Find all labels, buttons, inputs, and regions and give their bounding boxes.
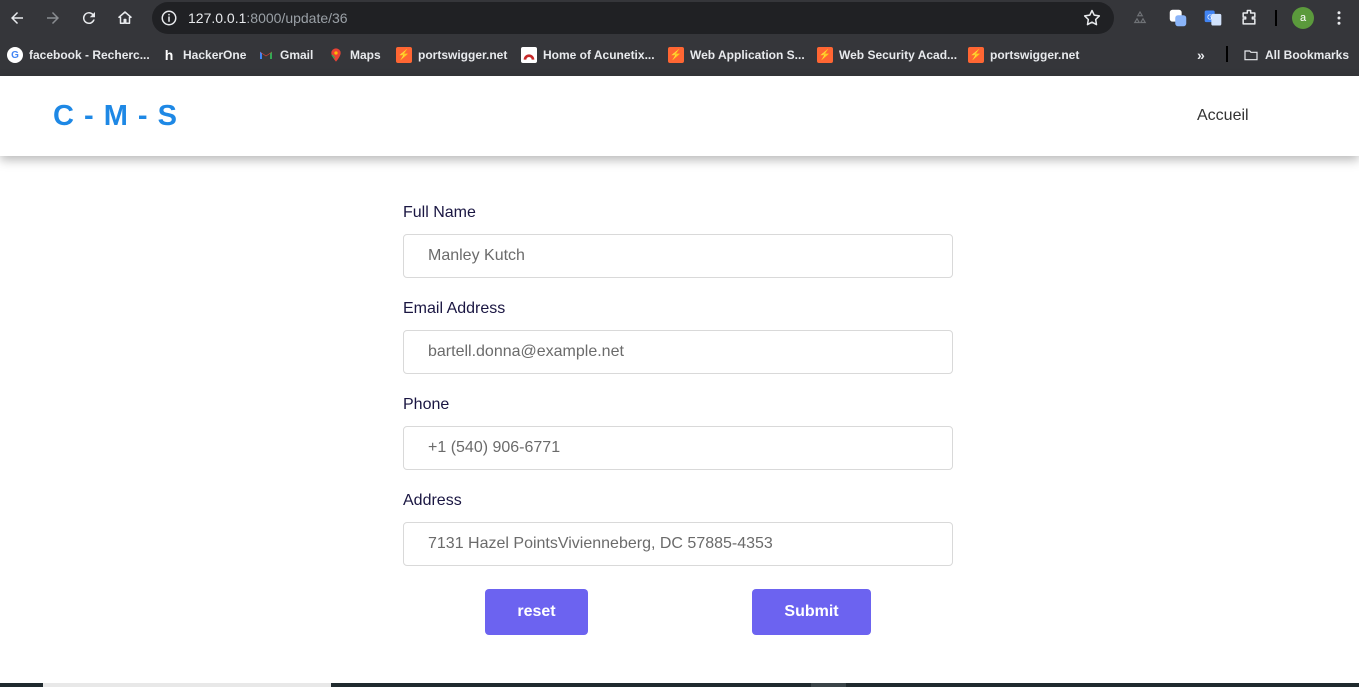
bookmark-label: Gmail <box>280 48 314 62</box>
address-bar[interactable]: 127.0.0.1:8000/update/36 <box>152 2 1114 34</box>
submit-button[interactable]: Submit <box>752 589 871 635</box>
star-icon[interactable] <box>1082 8 1102 28</box>
info-icon[interactable] <box>160 9 178 27</box>
hackerone-icon: h <box>164 47 174 63</box>
bookmark-label: Maps <box>350 48 381 62</box>
gmail-icon <box>258 47 274 63</box>
bookmark-label: facebook - Recherc... <box>29 48 150 62</box>
arrow-right-icon <box>47 12 59 24</box>
toolbar-separator <box>1275 10 1277 26</box>
portswigger-icon: ⚡ <box>396 47 412 63</box>
url-path: :8000/update/36 <box>246 10 348 26</box>
reload-button[interactable] <box>77 6 101 30</box>
profile-avatar[interactable]: a <box>1292 7 1314 29</box>
url-host: 127.0.0.1 <box>188 10 247 26</box>
portswigger-icon: ⚡ <box>968 47 984 63</box>
extensions-puzzle-icon[interactable] <box>1238 7 1260 29</box>
full-name-input[interactable] <box>403 234 953 278</box>
folder-icon <box>1243 47 1259 63</box>
bookmark-item[interactable]: ⚡ Web Application S... <box>668 46 805 64</box>
portswigger-icon: ⚡ <box>817 47 833 63</box>
all-bookmarks-button[interactable]: All Bookmarks <box>1243 46 1349 64</box>
bookmark-item[interactable]: Gmail <box>258 46 313 64</box>
address-input[interactable] <box>403 522 953 566</box>
reset-button[interactable]: reset <box>485 589 588 635</box>
bookmark-label: HackerOne <box>183 48 247 62</box>
site-header: C - M - S Accueil <box>0 76 1359 156</box>
bookmark-label: portswigger.net <box>990 48 1080 62</box>
nav-link-accueil[interactable]: Accueil <box>1197 107 1249 125</box>
address-label: Address <box>403 492 462 509</box>
site-logo[interactable]: C - M - S <box>53 100 178 133</box>
forward-button[interactable] <box>41 6 65 30</box>
bookmark-item[interactable]: ⚡ Web Security Acad... <box>817 46 957 64</box>
email-input[interactable] <box>403 330 953 374</box>
horizontal-scrollbar[interactable] <box>0 683 1359 687</box>
bookmark-item[interactable]: Home of Acunetix... <box>521 46 655 64</box>
bookmark-item[interactable]: h HackerOne <box>161 46 247 64</box>
bookmark-label: portswigger.net <box>418 48 508 62</box>
extension-window-icon[interactable] <box>1167 7 1189 29</box>
bookmark-item[interactable]: G facebook - Recherc... <box>7 46 150 64</box>
menu-kebab-icon[interactable] <box>1328 7 1350 29</box>
all-bookmarks-label: All Bookmarks <box>1265 48 1350 62</box>
google-icon: G <box>7 47 23 63</box>
svg-text:G: G <box>1207 14 1212 22</box>
bookmark-item[interactable]: Maps <box>328 46 381 64</box>
browser-toolbar: 127.0.0.1:8000/update/36 G a <box>0 0 1359 36</box>
double-chevron-right-icon: » <box>1197 47 1205 63</box>
phone-input[interactable] <box>403 426 953 470</box>
browser-chrome: 127.0.0.1:8000/update/36 G a G facebook … <box>0 0 1359 76</box>
bookmark-label: Home of Acunetix... <box>543 48 655 62</box>
bookmark-label: Web Application S... <box>690 48 805 62</box>
translate-extension-icon[interactable]: G <box>1202 7 1224 29</box>
url-text: 127.0.0.1:8000/update/36 <box>188 10 348 26</box>
more-bookmarks-button[interactable]: » <box>1197 46 1205 64</box>
back-button[interactable] <box>5 6 29 30</box>
scrollbar-thumb[interactable] <box>43 683 331 687</box>
recycle-extension-icon[interactable] <box>1129 7 1151 29</box>
reload-icon <box>82 12 95 25</box>
maps-icon <box>328 47 344 63</box>
home-button[interactable] <box>113 6 137 30</box>
scrollbar-segment <box>811 683 846 687</box>
bookmark-item[interactable]: ⚡ portswigger.net <box>968 46 1079 64</box>
phone-label: Phone <box>403 396 450 413</box>
home-icon <box>118 11 132 24</box>
bookmark-label: Web Security Acad... <box>839 48 958 62</box>
bookmarks-separator <box>1226 46 1228 62</box>
arrow-left-icon <box>11 12 23 24</box>
bookmarks-bar: G facebook - Recherc... h HackerOne Gmai… <box>0 40 1359 70</box>
email-label: Email Address <box>403 300 506 317</box>
acunetix-icon <box>521 47 537 63</box>
full-name-label: Full Name <box>403 204 476 221</box>
bookmark-item[interactable]: ⚡ portswigger.net <box>396 46 507 64</box>
portswigger-icon: ⚡ <box>668 47 684 63</box>
